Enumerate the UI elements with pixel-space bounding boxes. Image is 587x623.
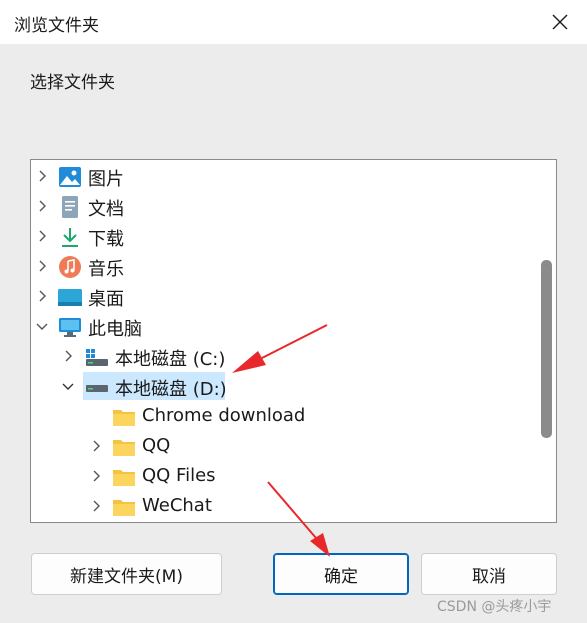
new-folder-button[interactable]: 新建文件夹(M) [31,553,222,595]
chevron-right-icon[interactable] [35,259,49,273]
close-icon [552,14,568,30]
chevron-right-icon[interactable] [35,199,49,213]
this-pc-icon [59,318,81,337]
chevron-down-icon[interactable] [61,379,75,393]
tree-item-wechat[interactable]: WeChat [31,491,536,521]
folder-icon [113,440,135,456]
cancel-button[interactable]: 取消 [421,553,557,595]
tree-item-drive-c[interactable]: 本地磁盘 (C:) [31,341,536,371]
chevron-right-icon[interactable] [61,349,75,363]
tree-item-downloads[interactable]: 下载 [31,221,536,251]
chevron-right-icon[interactable] [89,439,103,453]
chevron-right-icon[interactable] [35,229,49,243]
chevron-right-icon[interactable] [35,289,49,303]
tree-item-label: 文档 [88,199,124,220]
tree-item-label: QQ Files [142,465,216,486]
tree-item-label: 音乐 [88,259,124,280]
tree-item-label: 此电脑 [88,319,142,340]
tree-item-this-pc[interactable]: 此电脑 [31,311,536,341]
chevron-right-icon[interactable] [35,169,49,183]
folder-icon [113,410,135,426]
folder-icon [113,500,135,516]
tree-item-label: 本地磁盘 (D:) [115,379,227,400]
folder-tree[interactable]: 图片 文档 下载 音乐 桌面 此电脑 本地磁盘 (C:) 本地磁盘 (D:) C… [30,159,557,523]
vertical-scrollbar[interactable] [534,160,556,522]
close-button[interactable] [546,8,574,36]
watermark: CSDN @头疼小宇 [437,599,552,615]
pictures-icon [59,167,81,187]
tree-item-pictures[interactable]: 图片 [31,161,536,191]
prompt-text: 选择文件夹 [30,73,115,93]
documents-icon [62,196,78,218]
tree-item-chrome-download[interactable]: Chrome download [31,401,536,431]
tree-item-documents[interactable]: 文档 [31,191,536,221]
music-icon [59,256,81,278]
chevron-down-icon[interactable] [35,319,49,333]
tree-item-label: Chrome download [142,405,306,426]
chevron-right-icon[interactable] [89,469,103,483]
desktop-icon [58,289,82,306]
tree-item-label: 下载 [88,229,124,250]
tree-item-label: 桌面 [88,289,124,310]
downloads-icon [62,228,78,247]
tree-item-qq-files[interactable]: QQ Files [31,461,536,491]
window-title: 浏览文件夹 [14,16,99,36]
scrollbar-thumb[interactable] [541,260,552,438]
tree-item-label: QQ [142,435,171,456]
drive-icon [86,385,108,392]
windows-drive-icon [86,349,108,366]
tree-item-qq[interactable]: QQ [31,431,536,461]
folder-icon [113,470,135,486]
tree-item-desktop[interactable]: 桌面 [31,281,536,311]
chevron-right-icon[interactable] [89,499,103,513]
tree-item-label: 图片 [88,169,124,190]
ok-button[interactable]: 确定 [273,553,409,595]
tree-item-music[interactable]: 音乐 [31,251,536,281]
title-bar: 浏览文件夹 [0,0,587,44]
tree-item-label: 本地磁盘 (C:) [115,349,226,370]
tree-item-label: WeChat [142,495,212,516]
tree-item-drive-d[interactable]: 本地磁盘 (D:) [31,371,536,401]
